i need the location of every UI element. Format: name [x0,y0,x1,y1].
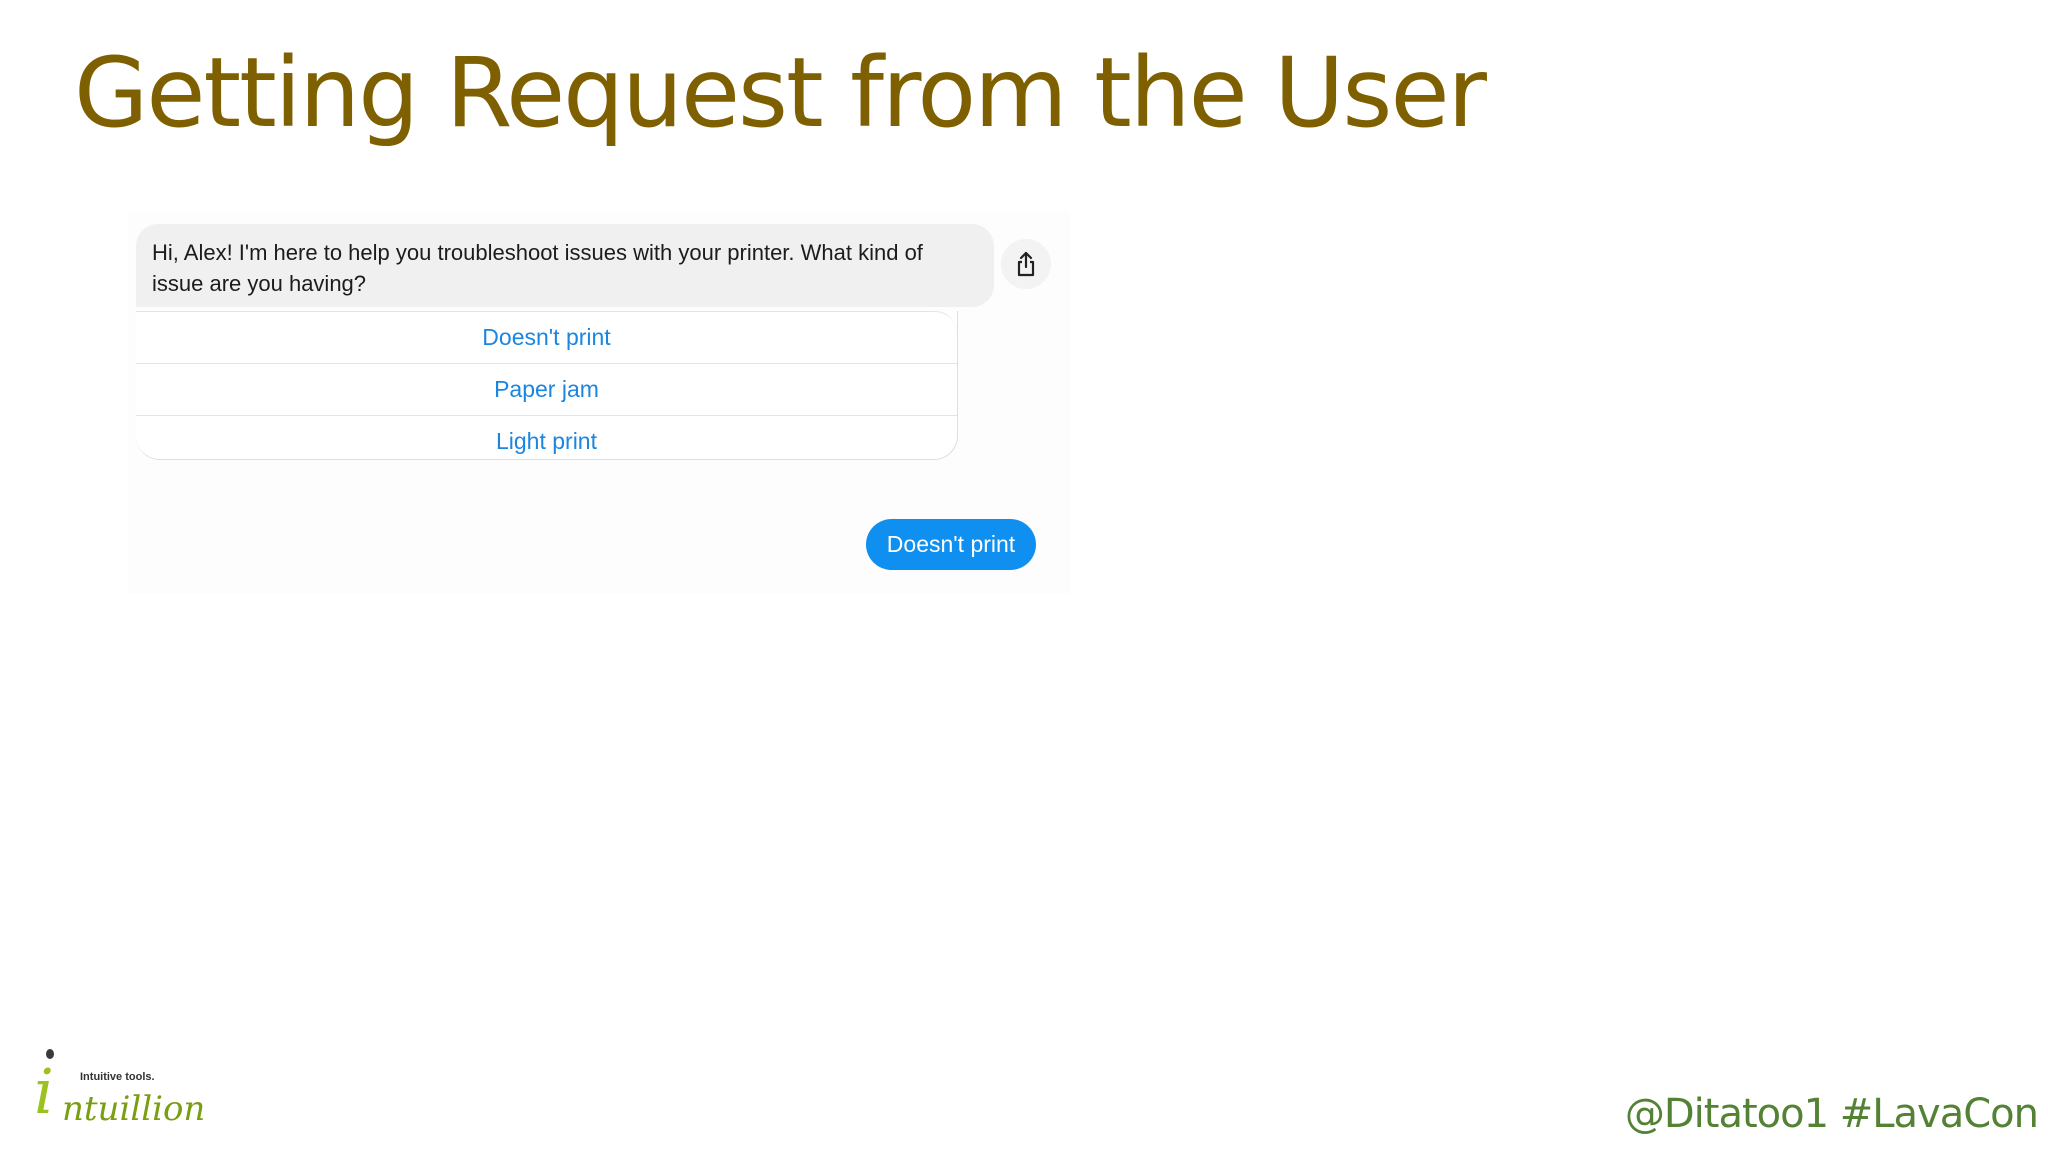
share-button[interactable] [1001,239,1051,289]
option-paper-jam[interactable]: Paper jam [136,364,957,416]
user-message-text: Doesn't print [886,531,1016,557]
option-label: Light print [495,428,597,454]
option-light-print[interactable]: Light print [136,416,957,459]
logo-name: ntuillion [62,1089,206,1129]
intuillion-logo: i Intuitive tools. ntuillion [30,1045,205,1131]
bot-message-text: Hi, Alex! I'm here to help you troublesh… [152,240,923,296]
option-label: Doesn't print [482,324,611,350]
logo-letter: i [34,1055,54,1128]
user-message-bubble: Doesn't print [866,519,1036,570]
logo-tagline: Intuitive tools. [80,1071,155,1083]
footer-handle: @Ditatoo1 #LavaCon [1624,1091,2039,1137]
bot-message-bubble: Hi, Alex! I'm here to help you troublesh… [136,224,994,307]
option-doesnt-print[interactable]: Doesn't print [136,311,957,364]
option-label: Paper jam [494,376,599,402]
slide-title: Getting Request from the User [74,37,1487,149]
quick-reply-options: Doesn't print Paper jam Light print [136,311,958,460]
share-icon [1017,251,1035,277]
